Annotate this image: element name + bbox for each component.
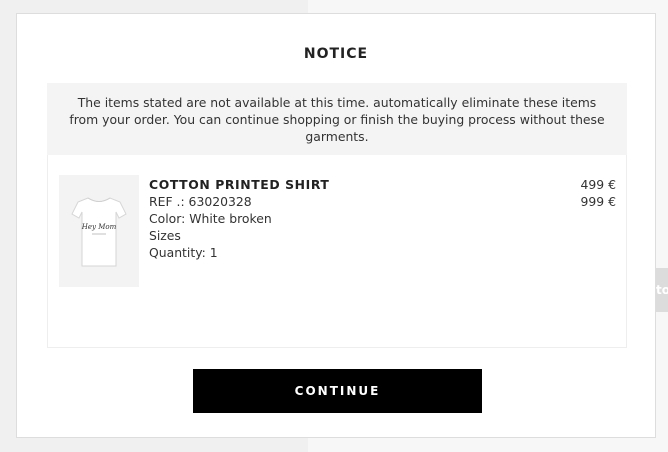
notice-message-box: The items stated are not available at th… [47,83,627,155]
product-color: Color: White broken [149,211,272,226]
continue-button[interactable]: CONTINUE [193,369,482,413]
notice-modal: NOTICE The items stated are not availabl… [16,13,656,438]
modal-title: NOTICE [303,46,369,62]
shirt-print-text: Hey Mom [81,223,117,231]
product-price-1: 499 € [580,177,616,192]
unavailable-product-card: Hey Mom COTTON PRINTED SHIRT REF .: 6302… [47,155,627,348]
product-prices: 499 € 999 € [581,176,616,210]
product-price-2: 999 € [580,194,616,209]
product-details: COTTON PRINTED SHIRT REF .: 63020328 Col… [149,176,330,261]
product-image: Hey Mom [59,175,139,287]
notice-message: The items stated are not available at th… [69,95,605,144]
background-side-tab-label: to [656,283,668,297]
product-sizes: Sizes [149,228,181,243]
background-side-tab: to [656,268,668,312]
product-name: COTTON PRINTED SHIRT [149,177,330,192]
product-quantity: Quantity: 1 [149,245,218,260]
product-reference: REF .: 63020328 [149,194,252,209]
t-shirt-icon: Hey Mom [71,197,127,267]
